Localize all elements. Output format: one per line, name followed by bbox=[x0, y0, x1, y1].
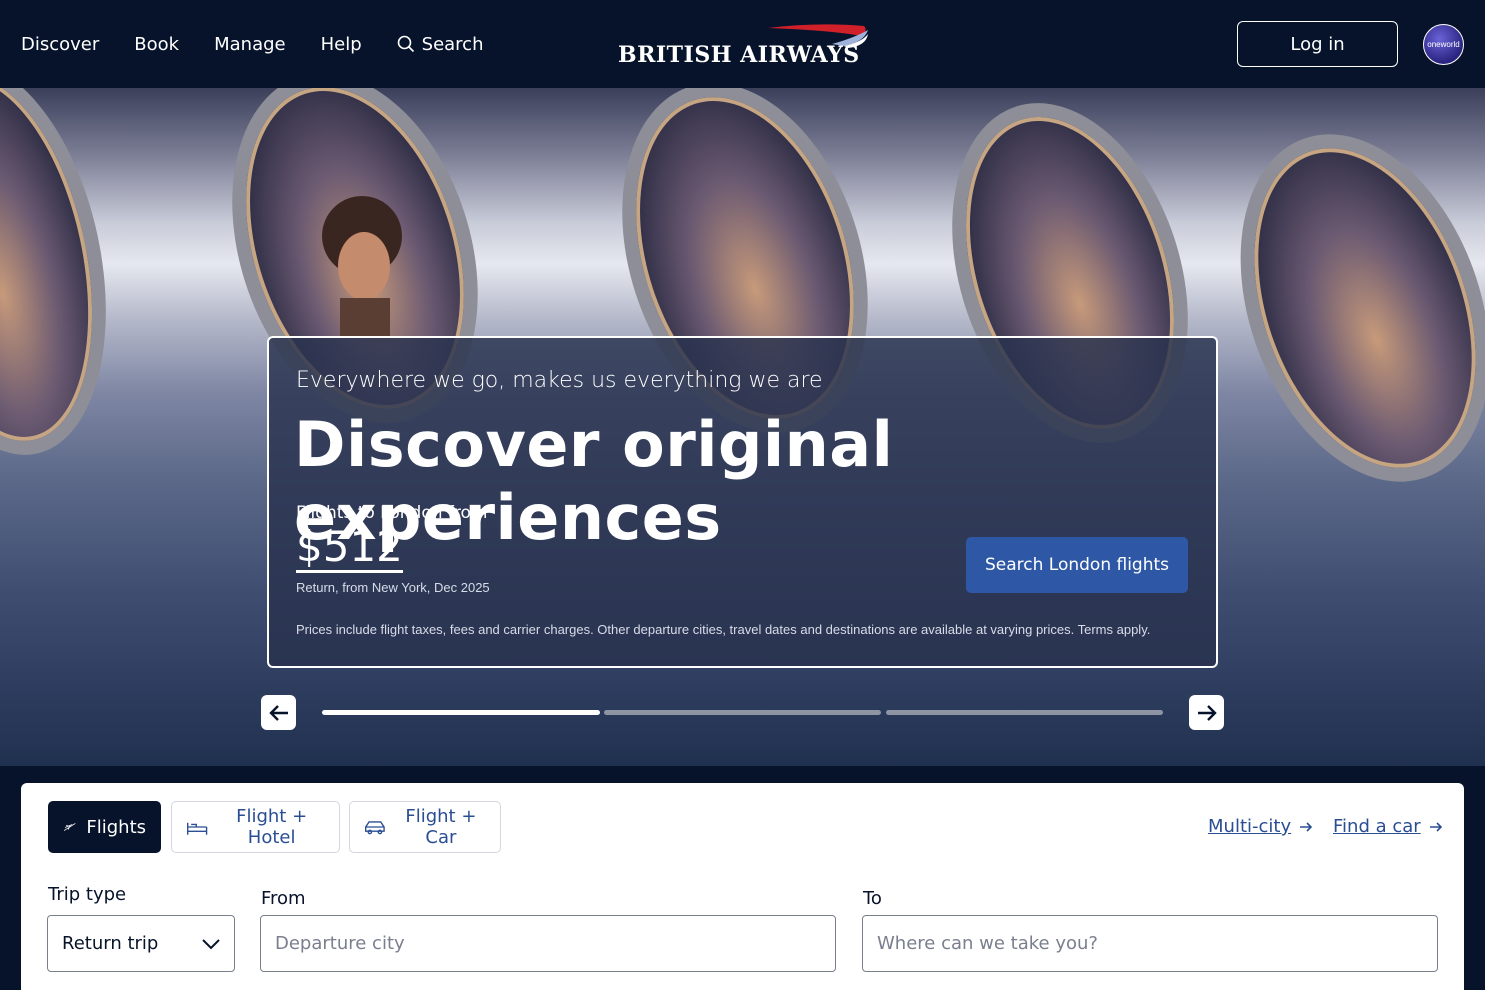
carousel-progress-1[interactable] bbox=[322, 710, 600, 715]
oneworld-logo[interactable]: oneworld bbox=[1423, 24, 1464, 65]
carousel-next-button[interactable] bbox=[1189, 695, 1224, 730]
nav-search[interactable]: Search bbox=[397, 33, 484, 55]
promo-headline: Discover original experiences bbox=[294, 408, 894, 554]
multi-city-link[interactable]: Multi-city bbox=[1208, 816, 1313, 837]
tab-flight-hotel-label: Flight + Hotel bbox=[236, 806, 308, 848]
price-label: Flights to London from bbox=[296, 503, 488, 523]
hero-banner: Everywhere we go, makes us everything we… bbox=[0, 88, 1485, 766]
price-link[interactable]: $512 bbox=[296, 523, 403, 574]
chevron-down-icon bbox=[202, 938, 220, 949]
tab-flight-car-label: Flight + Car bbox=[405, 806, 477, 848]
british-airways-logo[interactable]: BRITISH AIRWAYS bbox=[618, 22, 873, 68]
trip-type-select[interactable]: Return trip bbox=[47, 915, 235, 972]
search-icon bbox=[397, 35, 414, 53]
nav-book[interactable]: Book bbox=[134, 34, 179, 55]
arrow-right-icon bbox=[1429, 821, 1442, 832]
booking-panel: Flights Flight + Hotel Flight + Car Mult… bbox=[21, 783, 1464, 990]
logo-text: BRITISH AIRWAYS bbox=[618, 42, 860, 68]
from-label: From bbox=[261, 888, 306, 909]
nav-manage[interactable]: Manage bbox=[214, 34, 286, 55]
passenger-photo bbox=[322, 196, 402, 338]
multi-city-label: Multi-city bbox=[1208, 816, 1292, 837]
find-a-car-link[interactable]: Find a car bbox=[1333, 816, 1443, 837]
carousel-prev-button[interactable] bbox=[261, 695, 296, 730]
bed-icon bbox=[187, 822, 208, 835]
trip-type-value: Return trip bbox=[62, 933, 159, 954]
login-button[interactable]: Log in bbox=[1237, 21, 1398, 67]
price-details: Return, from New York, Dec 2025 bbox=[296, 580, 490, 595]
carousel-progress-3[interactable] bbox=[886, 710, 1163, 715]
aircraft-window bbox=[0, 88, 140, 476]
nav-help[interactable]: Help bbox=[321, 34, 362, 55]
carousel-progress-2[interactable] bbox=[604, 710, 881, 715]
arrow-right-icon bbox=[1197, 704, 1217, 721]
promo-card: Everywhere we go, makes us everything we… bbox=[267, 336, 1218, 668]
aircraft-window bbox=[1195, 99, 1485, 517]
arrow-right-icon bbox=[1300, 821, 1313, 832]
site-header: Discover Book Manage Help Search BRITISH… bbox=[0, 0, 1485, 88]
flight-icon bbox=[63, 823, 76, 831]
main-nav: Discover Book Manage Help Search bbox=[21, 0, 483, 88]
from-placeholder: Departure city bbox=[275, 933, 405, 954]
car-icon bbox=[365, 821, 385, 835]
nav-discover[interactable]: Discover bbox=[21, 34, 99, 55]
to-placeholder: Where can we take you? bbox=[877, 933, 1098, 954]
to-label: To bbox=[863, 888, 882, 909]
arrow-left-icon bbox=[268, 704, 288, 721]
tab-flights-label: Flights bbox=[86, 816, 146, 838]
price-disclaimer: Prices include flight taxes, fees and ca… bbox=[296, 622, 1151, 637]
from-input[interactable]: Departure city bbox=[260, 915, 836, 972]
trip-type-label: Trip type bbox=[48, 884, 127, 905]
to-input[interactable]: Where can we take you? bbox=[862, 915, 1438, 972]
tab-flight-car[interactable]: Flight + Car bbox=[349, 801, 501, 853]
promo-tagline: Everywhere we go, makes us everything we… bbox=[296, 368, 823, 393]
search-london-flights-button[interactable]: Search London flights bbox=[966, 537, 1188, 593]
find-a-car-label: Find a car bbox=[1333, 816, 1421, 837]
oneworld-text: oneworld bbox=[1427, 40, 1460, 49]
search-label: Search bbox=[421, 33, 484, 55]
tab-flight-hotel[interactable]: Flight + Hotel bbox=[171, 801, 340, 853]
tab-flights[interactable]: Flights bbox=[48, 801, 161, 853]
